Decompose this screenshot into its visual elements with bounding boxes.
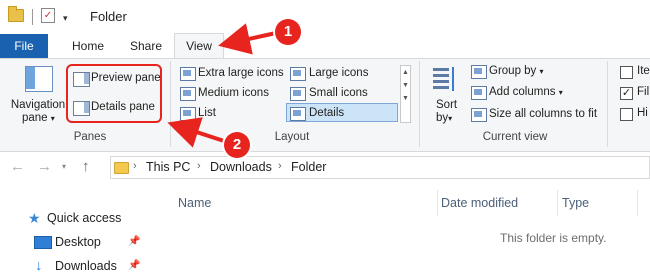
annotation-arrow-2 xyxy=(167,117,225,148)
annotation-badge-2: 2 xyxy=(224,132,250,158)
annotation-badge-1: 1 xyxy=(275,19,301,45)
annotation-arrows xyxy=(167,23,277,148)
annotation-arrow-1 xyxy=(218,23,277,55)
